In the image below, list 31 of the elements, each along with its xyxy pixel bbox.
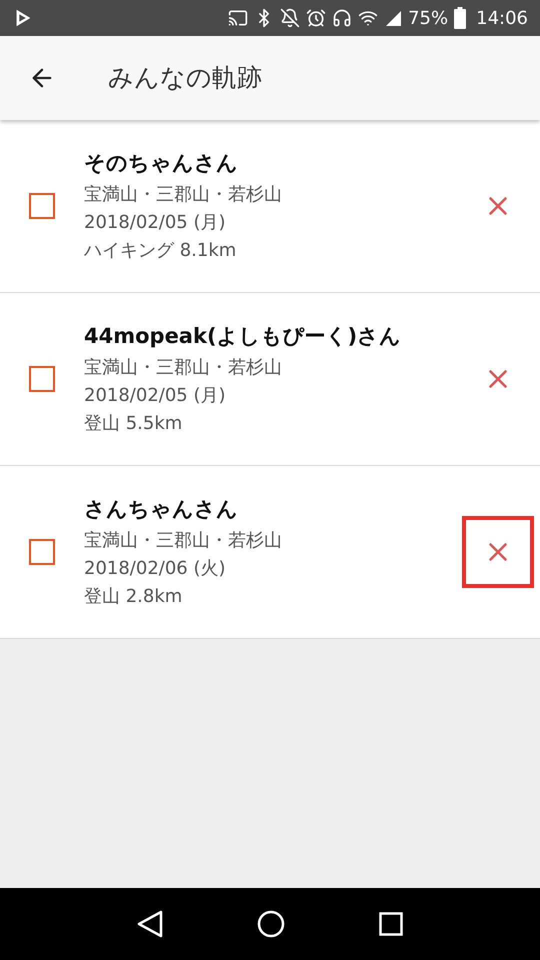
headphones-icon bbox=[332, 8, 352, 28]
activity-distance: ハイキング 8.1km bbox=[84, 239, 238, 263]
user-name: 44mopeak(よしもぴーく)さん bbox=[84, 323, 402, 350]
remove-button[interactable] bbox=[462, 516, 534, 588]
user-name: そのちゃんさん bbox=[84, 150, 239, 177]
mute-icon bbox=[280, 8, 300, 28]
checkbox[interactable] bbox=[29, 366, 55, 392]
checkbox[interactable] bbox=[29, 193, 55, 219]
mountain-names: 宝満山・三郡山・若杉山 bbox=[84, 529, 283, 553]
home-icon[interactable] bbox=[257, 910, 285, 938]
track-date: 2018/02/06 (火) bbox=[84, 557, 227, 581]
alarm-icon bbox=[306, 8, 326, 28]
clock: 14:06 bbox=[476, 6, 528, 30]
track-row[interactable]: そのちゃんさん 宝満山・三郡山・若杉山 2018/02/05 (月) ハイキング 8.1km bbox=[0, 120, 540, 293]
recents-icon[interactable] bbox=[379, 912, 403, 936]
track-date: 2018/02/05 (月) bbox=[84, 384, 227, 408]
mountain-names: 宝満山・三郡山・若杉山 bbox=[84, 356, 283, 380]
track-row[interactable]: さんちゃんさん 宝満山・三郡山・若杉山 2018/02/06 (火) 登山 2.8km bbox=[0, 466, 540, 639]
track-row[interactable]: 44mopeak(よしもぴーく)さん 宝満山・三郡山・若杉山 2018/02/05 (月) 登山 5.5km bbox=[0, 293, 540, 466]
mountain-names: 宝満山・三郡山・若杉山 bbox=[84, 183, 283, 207]
user-name: さんちゃんさん bbox=[84, 496, 239, 523]
cast-icon bbox=[228, 8, 248, 28]
back-nav-icon[interactable] bbox=[137, 910, 163, 938]
screen-title: みんなの軌跡 bbox=[108, 62, 262, 94]
activity-distance: 登山 5.5km bbox=[84, 412, 184, 436]
activity-distance: 登山 2.8km bbox=[84, 585, 184, 609]
track-date: 2018/02/05 (月) bbox=[84, 211, 227, 235]
signal-icon bbox=[384, 9, 402, 27]
battery-percent: 75% bbox=[408, 6, 448, 30]
checkbox[interactable] bbox=[29, 539, 55, 565]
battery-icon bbox=[454, 7, 466, 29]
